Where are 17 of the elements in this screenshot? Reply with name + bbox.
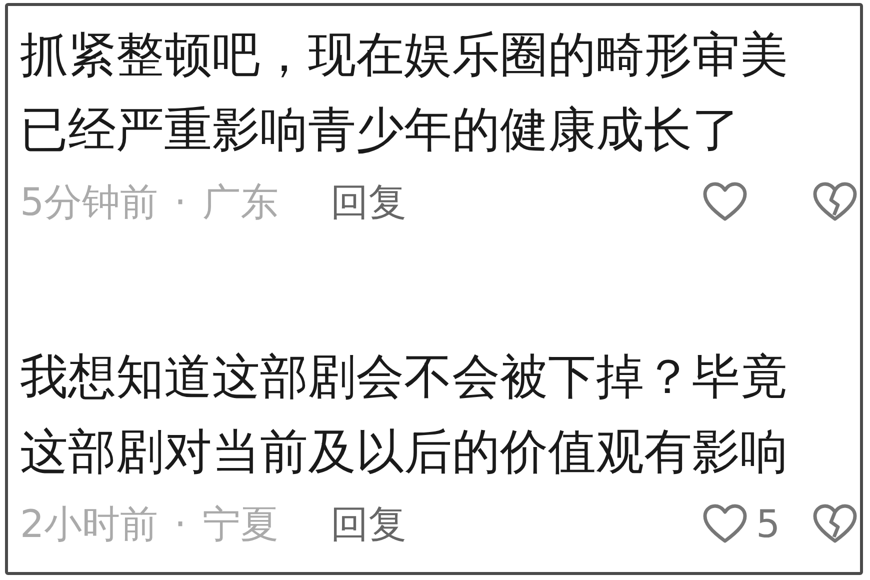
reply-button[interactable]: 回复 (330, 498, 406, 550)
heart-icon (702, 181, 748, 223)
reply-button[interactable]: 回复 (330, 176, 406, 228)
like-button[interactable]: 5 (702, 502, 812, 546)
separator-dot: · (174, 502, 186, 546)
comment-time: 2小时前 (20, 500, 158, 548)
dislike-button[interactable] (812, 503, 858, 545)
broken-heart-icon (812, 181, 858, 223)
comment-location: 广东 (202, 178, 278, 226)
comment-text: 抓紧整顿吧，现在娱乐圈的畸形审美已经严重影响青少年的健康成长了 (20, 26, 789, 160)
heart-icon (702, 503, 748, 545)
comment-location: 宁夏 (202, 500, 278, 548)
comment-text: 我想知道这部剧会不会被下掉？毕竟这部剧对当前及以后的价值观有影响 (20, 348, 789, 482)
dislike-button[interactable] (812, 181, 858, 223)
broken-heart-icon (812, 503, 858, 545)
separator-dot: · (174, 180, 186, 224)
comment-time: 5分钟前 (20, 178, 158, 226)
